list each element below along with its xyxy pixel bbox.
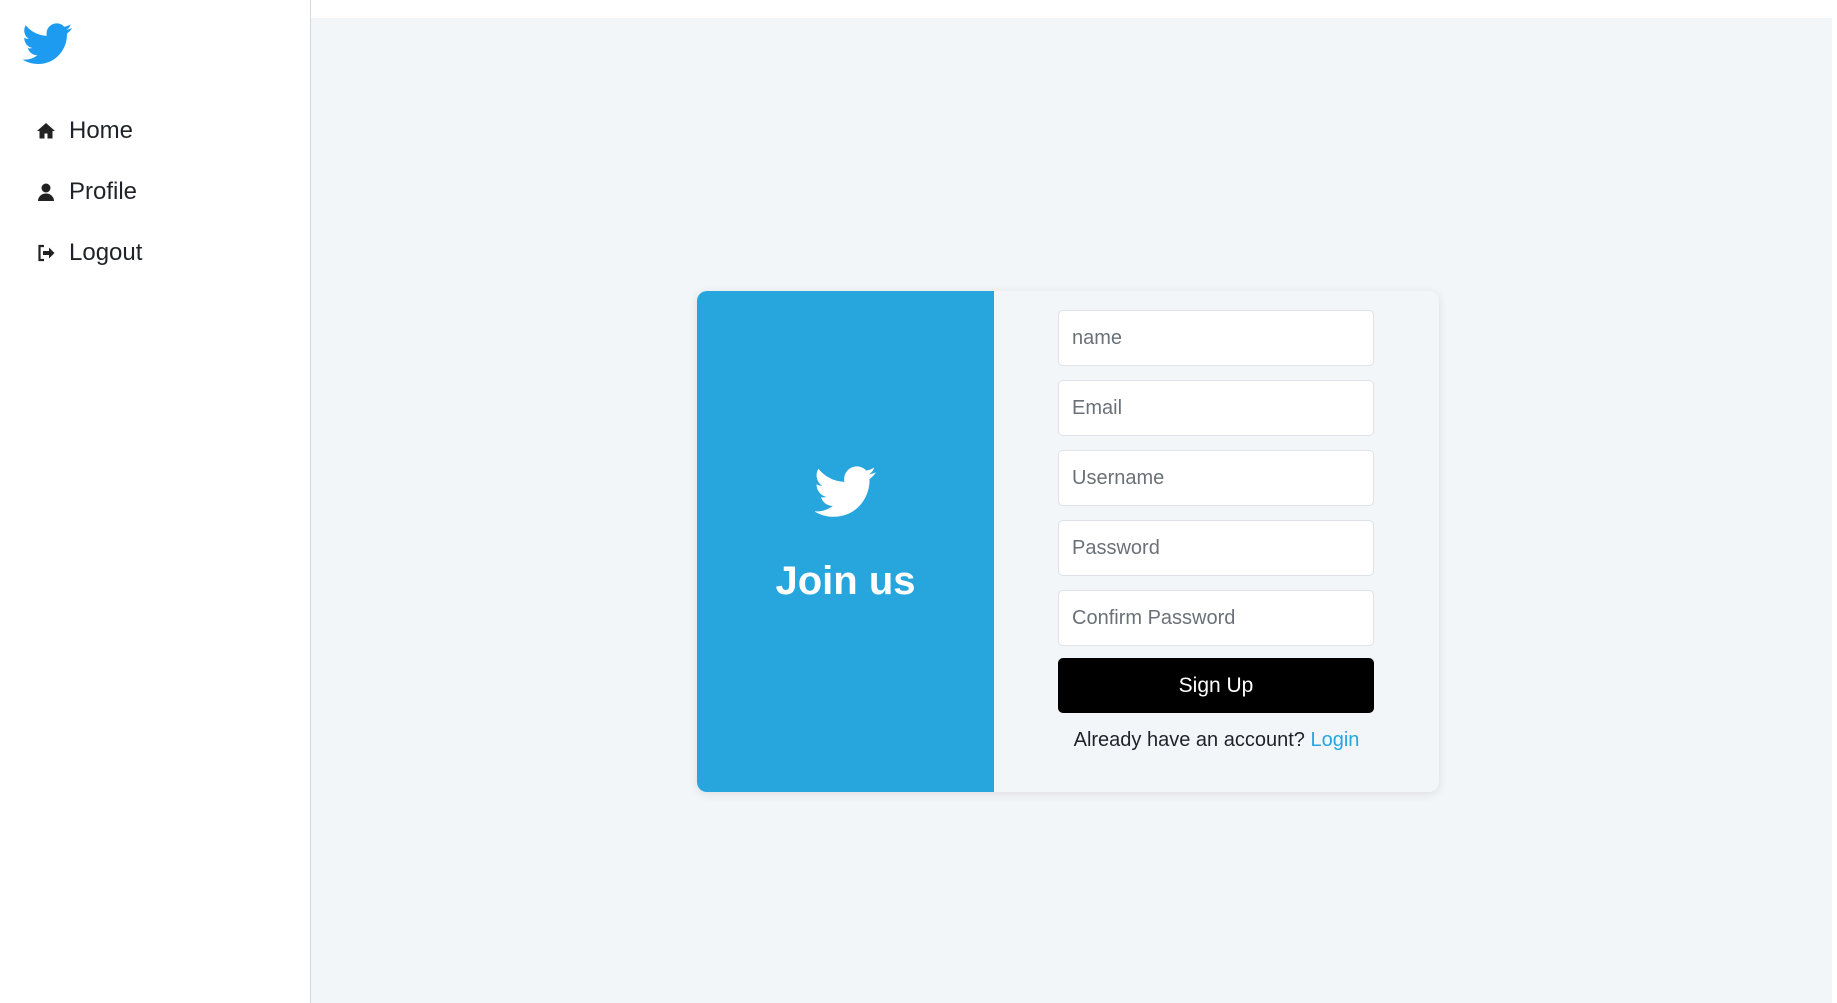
sidebar-item-home[interactable]: Home xyxy=(0,100,310,161)
join-heading: Join us xyxy=(775,559,916,603)
twitter-bird-icon[interactable] xyxy=(23,22,73,66)
signup-card: Join us Sign Up Already have an account?… xyxy=(697,291,1439,792)
password-field[interactable] xyxy=(1058,520,1374,576)
email-field[interactable] xyxy=(1058,380,1374,436)
right-scroll-gutter xyxy=(1832,0,1837,1003)
user-icon xyxy=(35,181,57,203)
sidebar-nav: Home Profile Logout xyxy=(0,100,310,283)
login-prompt: Already have an account? Login xyxy=(994,729,1439,752)
logout-icon xyxy=(35,242,57,264)
main-content: Join us Sign Up Already have an account?… xyxy=(311,0,1837,1003)
confirm-password-field[interactable] xyxy=(1058,590,1374,646)
sidebar-item-logout[interactable]: Logout xyxy=(0,222,310,283)
sign-up-button[interactable]: Sign Up xyxy=(1058,658,1374,713)
login-link[interactable]: Login xyxy=(1310,729,1359,751)
twitter-bird-icon xyxy=(815,466,877,518)
sidebar: Home Profile Logout xyxy=(0,0,311,1003)
signup-brand-panel: Join us xyxy=(697,291,994,792)
sidebar-item-profile[interactable]: Profile xyxy=(0,161,310,222)
top-bar xyxy=(311,0,1837,18)
sidebar-item-label: Logout xyxy=(69,238,143,266)
home-icon xyxy=(35,120,57,142)
username-field[interactable] xyxy=(1058,450,1374,506)
sidebar-item-label: Home xyxy=(69,116,134,144)
name-field[interactable] xyxy=(1058,310,1374,366)
sidebar-item-label: Profile xyxy=(69,177,138,205)
login-prompt-text: Already have an account? xyxy=(1073,729,1305,751)
signup-form: Sign Up Already have an account? Login xyxy=(994,291,1439,792)
